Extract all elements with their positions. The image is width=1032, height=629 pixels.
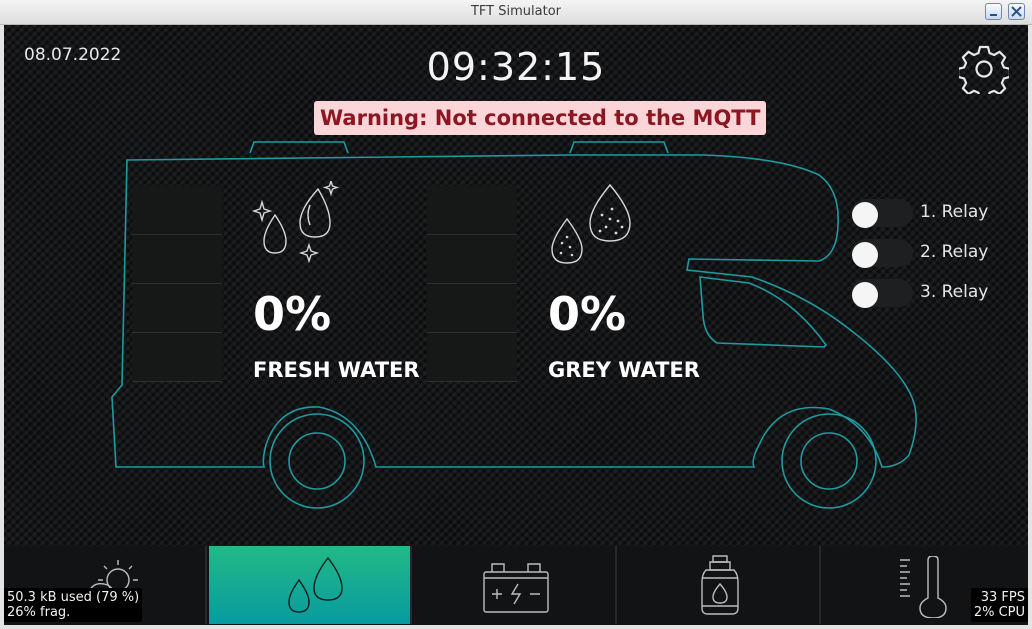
relay-3-label: 3. Relay: [920, 282, 989, 302]
tank-segment: [132, 333, 222, 382]
relay-2-switch-track[interactable]: [851, 239, 913, 268]
window-title: TFT Simulator: [470, 4, 561, 19]
grey-water-tank-gauge: [427, 186, 517, 386]
gas-bottle-icon: [701, 555, 739, 615]
nav-water-button[interactable]: [209, 546, 412, 624]
simulator-window: TFT Simulator 08.07.2022 09:32:15 Warnin…: [0, 0, 1032, 629]
relay-3-switch-knob[interactable]: [852, 282, 878, 308]
relay-2-label: 2. Relay: [920, 242, 989, 262]
minimize-button[interactable]: [985, 3, 1002, 20]
battery-icon: [483, 563, 549, 613]
grey-water-percent: 0%: [548, 287, 627, 341]
relay-3-toggle[interactable]: 3. Relay: [851, 277, 1001, 309]
tank-segment: [427, 284, 517, 333]
fresh-water-label: FRESH WATER: [253, 358, 420, 382]
relay-2-switch-knob[interactable]: [852, 242, 878, 268]
nav-battery-button[interactable]: [414, 546, 617, 624]
water-drops-icon: [288, 556, 343, 613]
bottom-navigation: [4, 546, 1028, 625]
memory-frag-text: 26% frag.: [7, 605, 71, 620]
thermometer-icon: [900, 556, 947, 618]
tank-segment: [427, 186, 517, 235]
close-icon: [1011, 6, 1022, 17]
relay-1-switch-knob[interactable]: [852, 202, 878, 228]
fresh-water-percent: 0%: [253, 287, 332, 341]
fresh-water-drops-icon: [251, 181, 340, 264]
performance-monitor: 33 FPS 2% CPU: [970, 588, 1028, 622]
tank-segment: [427, 235, 517, 284]
cpu-text: 2% CPU: [973, 605, 1025, 620]
nav-gas-button[interactable]: [618, 546, 821, 624]
tank-segment: [427, 333, 517, 382]
relay-1-switch-track[interactable]: [851, 199, 913, 228]
grey-water-drops-icon: [551, 183, 631, 264]
fresh-water-tank-gauge: [132, 186, 222, 386]
close-button[interactable]: [1008, 3, 1025, 20]
memory-monitor: 50.3 kB used (79 %) 26% frag.: [4, 588, 143, 622]
tank-segment: [132, 186, 222, 235]
relay-1-label: 1. Relay: [920, 202, 989, 222]
fps-text: 33 FPS: [980, 590, 1025, 605]
relay-3-switch-track[interactable]: [851, 279, 913, 308]
grey-water-label: GREY WATER: [548, 358, 700, 382]
title-bar[interactable]: TFT Simulator: [0, 0, 1032, 25]
dashboard-screen: 08.07.2022 09:32:15 Warning: Not connect…: [4, 25, 1028, 625]
relay-2-toggle[interactable]: 2. Relay: [851, 237, 1001, 269]
tank-segment: [132, 235, 222, 284]
relay-1-toggle[interactable]: 1. Relay: [851, 197, 1001, 229]
tank-segment: [132, 284, 222, 333]
memory-used-text: 50.3 kB used (79 %): [7, 590, 140, 605]
